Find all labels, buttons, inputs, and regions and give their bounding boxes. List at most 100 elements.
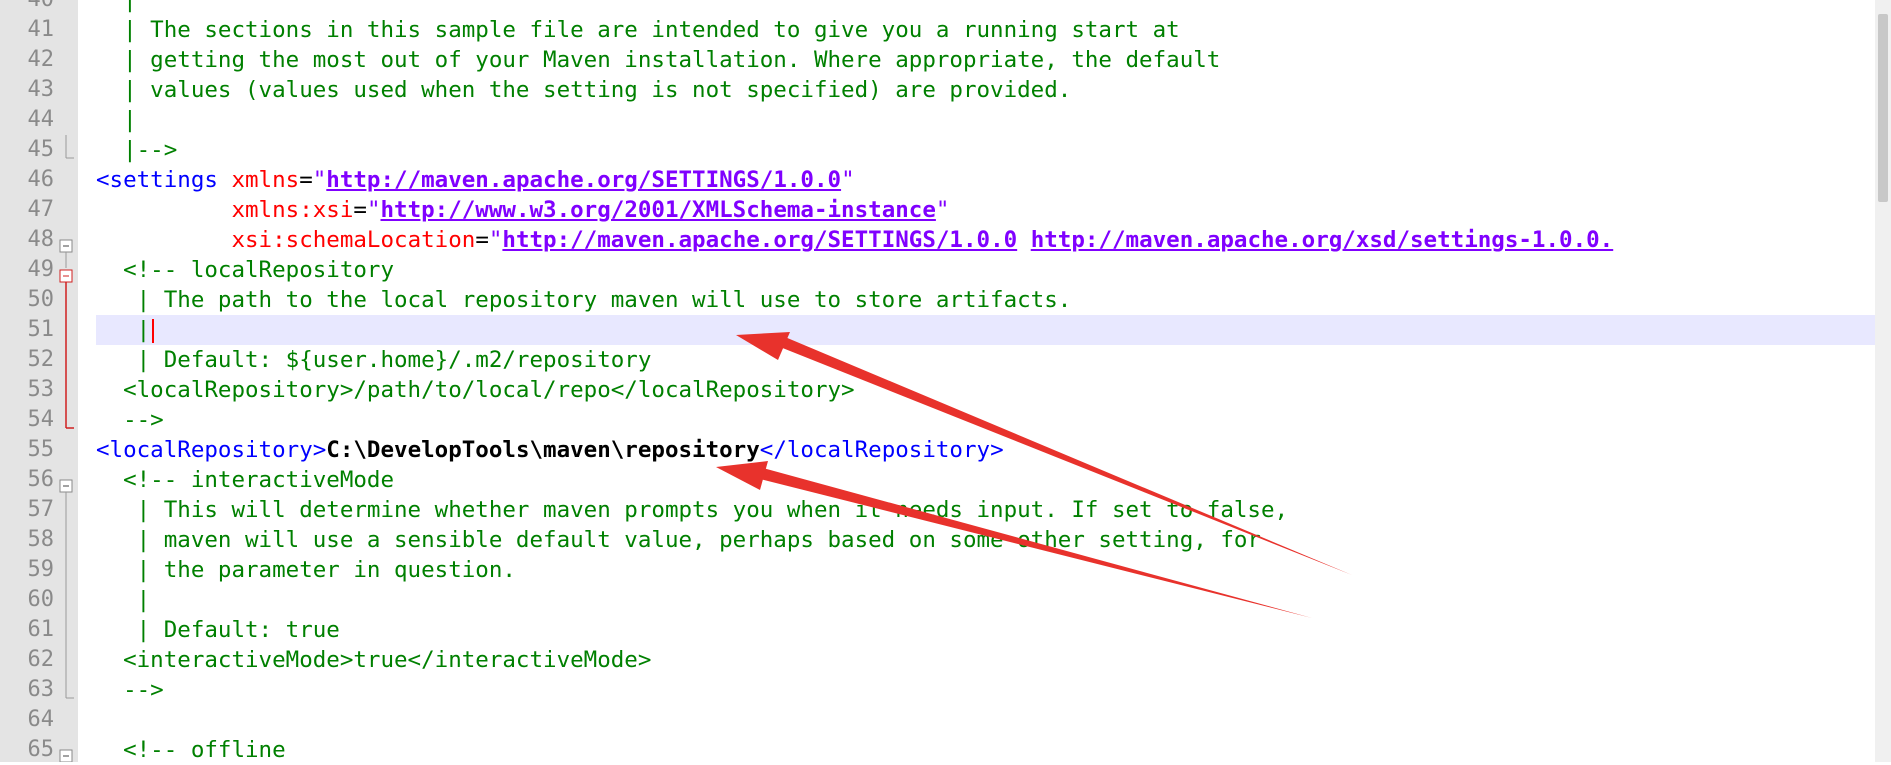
- code-line[interactable]: <interactiveMode>true</interactiveMode>: [96, 645, 651, 675]
- line-number: 48: [27, 227, 55, 252]
- comment-text: | getting the most out of your Maven ins…: [96, 47, 1221, 73]
- code-text: =: [475, 227, 489, 253]
- xml-quote: ": [841, 167, 855, 193]
- comment-text: |: [96, 317, 151, 343]
- url-link[interactable]: http://maven.apache.org/SETTINGS/1.0.0: [326, 167, 841, 193]
- line-numbers: 40 41 42 43 44 45 46 47 48 49 50 51 52 53 54 55 56 57 58 59…: [0, 0, 55, 762]
- comment-text: | the parameter in question.: [96, 557, 516, 583]
- fold-toggle-icon[interactable]: [59, 239, 73, 253]
- scrollbar-thumb[interactable]: [1878, 14, 1888, 202]
- code-editor[interactable]: | | The sections in this sample file are…: [96, 0, 1875, 762]
- code-line[interactable]: xsi:schemaLocation="http://maven.apache.…: [96, 225, 1613, 255]
- code-line[interactable]: | values (values used when the setting i…: [96, 75, 1071, 105]
- line-number: 63: [27, 677, 55, 702]
- vertical-scrollbar[interactable]: [1875, 0, 1891, 762]
- code-line[interactable]: | Default: ${user.home}/.m2/repository: [96, 345, 652, 375]
- xml-attribute: xmlns:xsi: [231, 197, 354, 223]
- comment-text: -->: [96, 677, 164, 703]
- line-number: 53: [27, 377, 55, 402]
- code-line[interactable]: -->: [96, 675, 164, 705]
- code-line[interactable]: | This will determine whether maven prom…: [96, 495, 1288, 525]
- path-value: C:\DevelopTools\maven\repository: [326, 437, 760, 463]
- code-line[interactable]: |: [96, 585, 151, 615]
- xml-quote: ": [366, 197, 381, 223]
- code-line[interactable]: <!-- localRepository: [96, 255, 394, 285]
- line-number: 45: [27, 137, 55, 162]
- comment-text: | The path to the local repository maven…: [96, 287, 1072, 313]
- code-line[interactable]: | the parameter in question.: [96, 555, 516, 585]
- line-number: 56: [27, 467, 55, 492]
- fold-toggle-icon[interactable]: [59, 479, 73, 493]
- comment-text: | The sections in this sample file are i…: [96, 17, 1180, 43]
- code-text: =: [353, 197, 367, 223]
- code-line[interactable]: |-->: [96, 135, 177, 165]
- xml-quote: ": [312, 167, 327, 193]
- line-number: 47: [27, 197, 55, 222]
- comment-text: | Default: ${user.home}/.m2/repository: [96, 347, 652, 373]
- url-link[interactable]: http://www.w3.org/2001/XMLSchema-instanc…: [380, 197, 935, 223]
- url-link[interactable]: http://maven.apache.org/xsd/settings-1.0…: [1031, 227, 1613, 253]
- line-number: 58: [27, 527, 55, 552]
- url-link[interactable]: http://maven.apache.org/SETTINGS/1.0.0: [502, 227, 1017, 253]
- comment-text: | Default: true: [96, 617, 340, 643]
- line-number: 62: [27, 647, 55, 672]
- code-line[interactable]: <!-- interactiveMode: [96, 465, 394, 495]
- comment-text: <interactiveMode>true</interactiveMode>: [96, 647, 652, 673]
- line-number: 42: [27, 47, 55, 72]
- line-number: 40: [28, 0, 55, 15]
- comment-text: |: [96, 0, 137, 13]
- xml-tag: </localRepository>: [759, 437, 1004, 463]
- xml-quote: ": [488, 227, 503, 253]
- xml-tag: <settings: [96, 167, 232, 193]
- code-line[interactable]: xmlns:xsi="http://www.w3.org/2001/XMLSch…: [96, 195, 949, 225]
- code-line[interactable]: | getting the most out of your Maven ins…: [96, 45, 1220, 75]
- code-line[interactable]: <localRepository>/path/to/local/repo</lo…: [96, 375, 855, 405]
- comment-text: <!-- localRepository: [96, 257, 395, 283]
- comment-text: | This will determine whether maven prom…: [96, 497, 1289, 523]
- code-text: =: [299, 167, 313, 193]
- line-number: 57: [27, 497, 55, 522]
- line-number: 52: [27, 347, 55, 372]
- comment-text: <!-- offline: [96, 737, 286, 762]
- editor-gutter: 40 41 42 43 44 45 46 47 48 49 50 51 52 53 54 55 56 57 58 59…: [0, 0, 78, 762]
- comment-text: <!-- interactiveMode: [96, 467, 395, 493]
- code-line[interactable]: |: [96, 0, 137, 15]
- line-number: 61: [27, 617, 55, 642]
- code-line[interactable]: <localRepository>C:\DevelopTools\maven\r…: [96, 435, 1004, 465]
- line-number: 50: [27, 287, 55, 312]
- comment-text: -->: [96, 407, 164, 433]
- xml-tag: <localRepository>: [96, 437, 327, 463]
- fold-toggle-icon[interactable]: [59, 269, 73, 283]
- line-number: 59: [27, 557, 55, 582]
- comment-text: <localRepository>/path/to/local/repo</lo…: [96, 377, 855, 403]
- code-line[interactable]: |: [96, 315, 155, 345]
- line-number: 43: [27, 77, 55, 102]
- line-number: 60: [27, 587, 55, 612]
- text-cursor: [152, 318, 155, 343]
- comment-text: |: [96, 587, 151, 613]
- code-line[interactable]: <!-- offline: [96, 735, 286, 762]
- comment-text: | maven will use a sensible default valu…: [96, 527, 1261, 553]
- code-line[interactable]: | The sections in this sample file are i…: [96, 15, 1180, 45]
- line-number: 46: [27, 167, 55, 192]
- line-number: 65: [27, 737, 55, 762]
- line-number: 51: [27, 317, 55, 342]
- xml-attribute: xmlns: [231, 167, 300, 193]
- code-line[interactable]: | The path to the local repository maven…: [96, 285, 1072, 315]
- xml-quote: ": [935, 197, 950, 223]
- line-number: 55: [27, 437, 55, 462]
- comment-text: |: [96, 107, 137, 133]
- line-number: 41: [27, 17, 55, 42]
- line-number: 54: [27, 407, 55, 432]
- code-line[interactable]: -->: [96, 405, 164, 435]
- fold-toggle-icon[interactable]: [59, 749, 73, 762]
- fold-margin: [54, 0, 78, 762]
- code-line[interactable]: <settings xmlns="http://maven.apache.org…: [96, 165, 855, 195]
- code-line[interactable]: | maven will use a sensible default valu…: [96, 525, 1261, 555]
- code-line[interactable]: | Default: true: [96, 615, 340, 645]
- code-line[interactable]: |: [96, 105, 137, 135]
- xml-attribute: xsi:schemaLocation: [231, 227, 476, 253]
